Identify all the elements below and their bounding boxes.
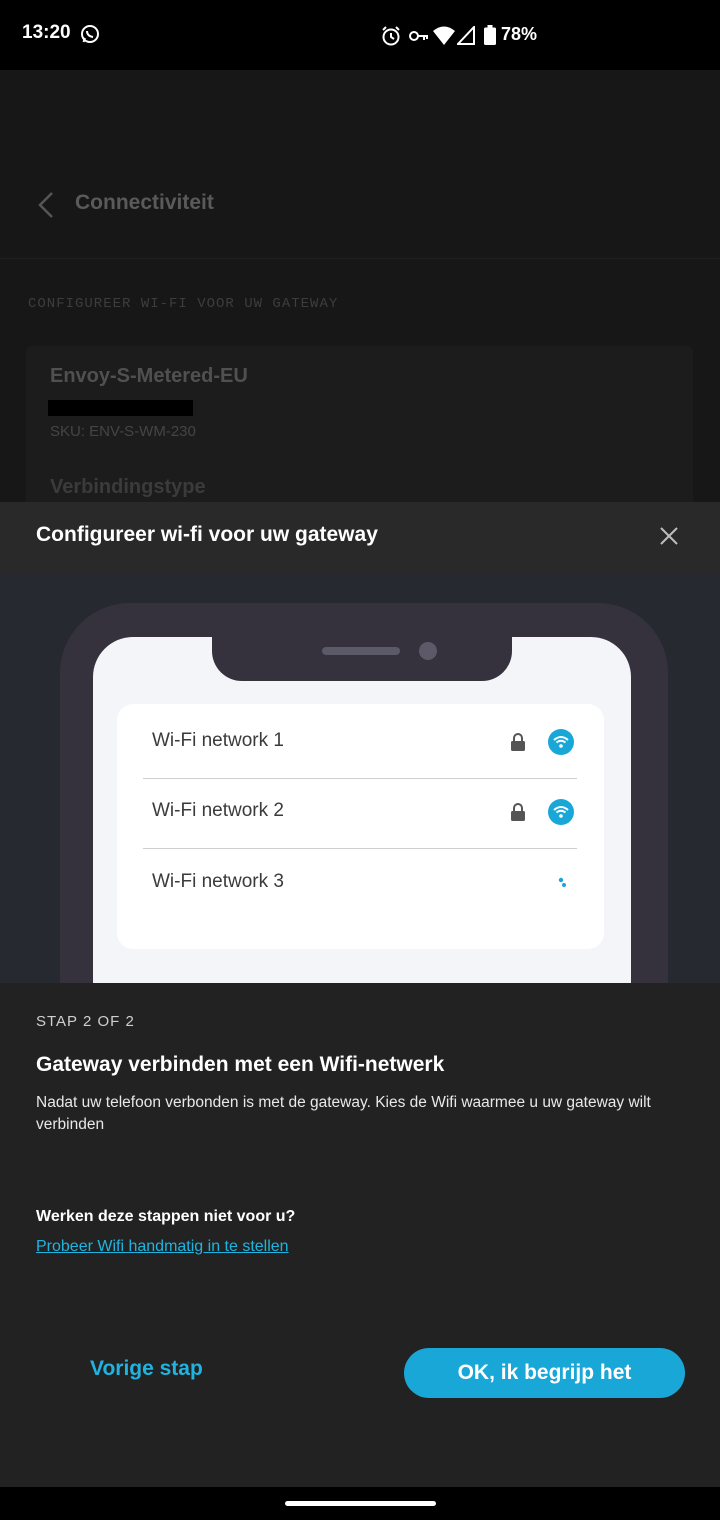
- battery-percentage: 78%: [501, 24, 538, 44]
- status-time: 13:20: [22, 22, 71, 43]
- network-name: Wi-Fi network 1: [152, 730, 284, 751]
- page-title: Connectiviteit: [75, 191, 214, 214]
- redacted-serial: [48, 400, 193, 416]
- wifi-icon: [548, 729, 574, 755]
- device-name: Envoy-S-Metered-EU: [50, 365, 248, 387]
- help-question: Werken deze stappen niet voor u?: [36, 1208, 296, 1225]
- network-name: Wi-Fi network 3: [152, 871, 284, 892]
- wifi-icon: [548, 799, 574, 825]
- whatsapp-icon: [81, 25, 99, 43]
- modal-title: Configureer wi-fi voor uw gateway: [36, 523, 378, 546]
- modal-header: Configureer wi-fi voor uw gateway: [0, 502, 720, 573]
- wifi-icon: [433, 26, 455, 45]
- lock-icon: [511, 733, 525, 751]
- list-item: Wi-Fi network 3: [143, 845, 577, 915]
- previous-step-button[interactable]: Vorige stap: [90, 1357, 203, 1381]
- navigation-bar: [0, 1487, 720, 1520]
- background-page: Connectiviteit CONFIGUREER WI-FI VOOR UW…: [0, 70, 720, 526]
- alarm-icon: [382, 26, 400, 46]
- wifi-network-list: Wi-Fi network 1 Wi-Fi network 2 Wi-Fi ne…: [117, 704, 604, 949]
- modal-content: STAP 2 OF 2 Gateway verbinden met een Wi…: [0, 983, 720, 1487]
- close-icon[interactable]: [657, 524, 681, 548]
- step-indicator: STAP 2 OF 2: [36, 1013, 135, 1030]
- phone-camera: [419, 642, 437, 660]
- device-sku: SKU: ENV-S-WM-230: [50, 423, 196, 440]
- battery-icon: [484, 25, 496, 45]
- phone-illustration: Wi-Fi network 1 Wi-Fi network 2 Wi-Fi ne…: [0, 573, 720, 983]
- home-gesture-handle[interactable]: [285, 1501, 436, 1506]
- status-bar: 13:20 78%: [0, 0, 720, 70]
- loading-icon: [558, 877, 566, 887]
- phone-notch: [212, 637, 512, 681]
- step-heading: Gateway verbinden met een Wifi-netwerk: [36, 1053, 445, 1076]
- connection-type-label: Verbindingstype: [50, 476, 206, 498]
- phone-speaker: [322, 647, 400, 655]
- lock-icon: [511, 803, 525, 821]
- vpn-key-icon: [409, 31, 428, 41]
- list-item: Wi-Fi network 1: [143, 704, 577, 774]
- network-name: Wi-Fi network 2: [152, 800, 284, 821]
- list-item: Wi-Fi network 2: [143, 774, 577, 844]
- ok-understand-button[interactable]: OK, ik begrijp het: [404, 1348, 685, 1398]
- cell-signal-icon: [457, 26, 475, 45]
- step-description: Nadat uw telefoon verbonden is met de ga…: [36, 1094, 651, 1133]
- app-header: [0, 70, 720, 259]
- section-label: CONFIGUREER WI-FI VOOR UW GATEWAY: [28, 296, 339, 312]
- manual-wifi-setup-link[interactable]: Probeer Wifi handmatig in te stellen: [36, 1238, 289, 1256]
- back-arrow-icon[interactable]: [34, 190, 58, 220]
